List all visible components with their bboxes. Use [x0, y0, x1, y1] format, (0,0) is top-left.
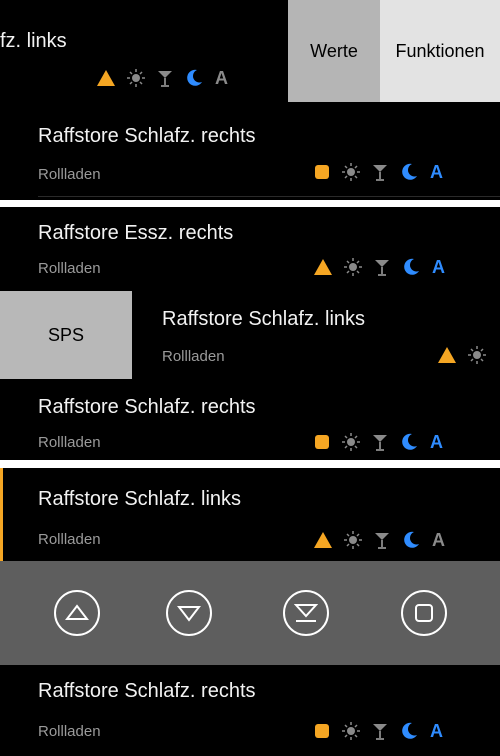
moon-icon: [400, 163, 418, 181]
blind-stop-button[interactable]: [401, 590, 447, 636]
warning-triangle-icon: [438, 347, 456, 363]
cocktail-icon: [372, 163, 388, 181]
stop-square-icon: [314, 723, 330, 739]
status-icons: A: [314, 162, 443, 182]
sun-icon: [344, 258, 362, 276]
moon-icon: [185, 69, 203, 87]
moon-icon: [402, 531, 420, 549]
status-icons: [438, 345, 486, 365]
row-subtitle: Rollladen: [38, 434, 101, 451]
automatic-a-icon: A: [430, 431, 443, 452]
status-icons: A: [314, 530, 445, 550]
panel-sps-swipe: Raffstore Essz. rechts Rollladen A SPS R…: [0, 207, 500, 460]
moon-icon: [402, 258, 420, 276]
cocktail-icon: [374, 258, 390, 276]
automatic-a-icon: A: [430, 161, 443, 182]
sun-icon: [127, 69, 145, 87]
blind-up-button[interactable]: [54, 590, 100, 636]
sun-icon: [342, 722, 360, 740]
row-title: Raffstore Essz. rechts: [38, 222, 234, 244]
stop-square-icon: [314, 164, 330, 180]
row-title: Raffstore Schlafz. rechts: [38, 125, 256, 147]
sps-button[interactable]: SPS: [0, 291, 132, 379]
arrow-down-icon: [177, 606, 201, 622]
selection-indicator: [0, 468, 3, 561]
row-subtitle: Rollladen: [38, 260, 101, 277]
row-divider: [38, 196, 500, 197]
status-icons: A: [314, 721, 443, 741]
blind-down-button[interactable]: [166, 590, 212, 636]
panel-swipe-actions: fz. links A Werte Funktionen Raffstore S…: [0, 0, 500, 200]
values-button[interactable]: Werte: [288, 0, 380, 102]
row-title: Raffstore Schlafz. rechts: [38, 680, 256, 702]
automatic-a-icon: A: [430, 720, 443, 741]
panel-expanded-controls: Raffstore Schlafz. links Rollladen A Raf…: [0, 468, 500, 756]
warning-triangle-icon: [314, 532, 332, 548]
automatic-a-icon: A: [432, 529, 445, 550]
row-title: Raffstore Schlafz. links: [38, 488, 242, 510]
cocktail-icon: [374, 531, 390, 549]
row-title: fz. links: [0, 30, 67, 52]
row-subtitle: Rollladen: [162, 348, 225, 365]
sun-icon: [468, 346, 486, 364]
status-icons: A: [314, 257, 445, 277]
warning-triangle-icon: [314, 259, 332, 275]
sun-icon: [342, 433, 360, 451]
list-item-selected[interactable]: Raffstore Schlafz. links Rollladen A: [0, 468, 500, 561]
sun-icon: [344, 531, 362, 549]
list-item[interactable]: Raffstore Schlafz. rechts Rollladen A: [0, 665, 500, 756]
stop-square-icon: [314, 434, 330, 450]
control-bar: [0, 561, 500, 665]
row-title: Raffstore Schlafz. links: [162, 308, 366, 330]
row-subtitle: Rollladen: [38, 723, 101, 740]
cocktail-icon: [372, 722, 388, 740]
row-title: Raffstore Schlafz. rechts: [38, 396, 256, 418]
list-item[interactable]: Raffstore Essz. rechts Rollladen A: [0, 207, 500, 291]
cocktail-icon: [157, 69, 173, 87]
list-item-swiped[interactable]: Raffstore Schlafz. links Rollladen: [132, 291, 500, 379]
stop-square-icon: [415, 604, 433, 622]
blind-down-stop-button[interactable]: [283, 590, 329, 636]
list-item[interactable]: Raffstore Schlafz. rechts Rollladen A: [0, 102, 500, 200]
list-item-swiped[interactable]: fz. links A: [0, 0, 288, 102]
row-subtitle: Rollladen: [38, 531, 101, 548]
status-icons: A: [97, 68, 228, 88]
status-icons: A: [314, 432, 443, 452]
functions-button[interactable]: Funktionen: [380, 0, 500, 102]
warning-triangle-icon: [97, 70, 115, 86]
list-item[interactable]: Raffstore Schlafz. rechts Rollladen A: [0, 379, 500, 460]
automatic-a-icon: A: [215, 67, 228, 88]
moon-icon: [400, 722, 418, 740]
arrow-up-icon: [65, 604, 89, 620]
cocktail-icon: [372, 433, 388, 451]
automatic-a-icon: A: [432, 256, 445, 277]
arrow-down-stop-icon: [294, 604, 318, 622]
row-subtitle: Rollladen: [38, 166, 101, 183]
moon-icon: [400, 433, 418, 451]
sun-icon: [342, 163, 360, 181]
